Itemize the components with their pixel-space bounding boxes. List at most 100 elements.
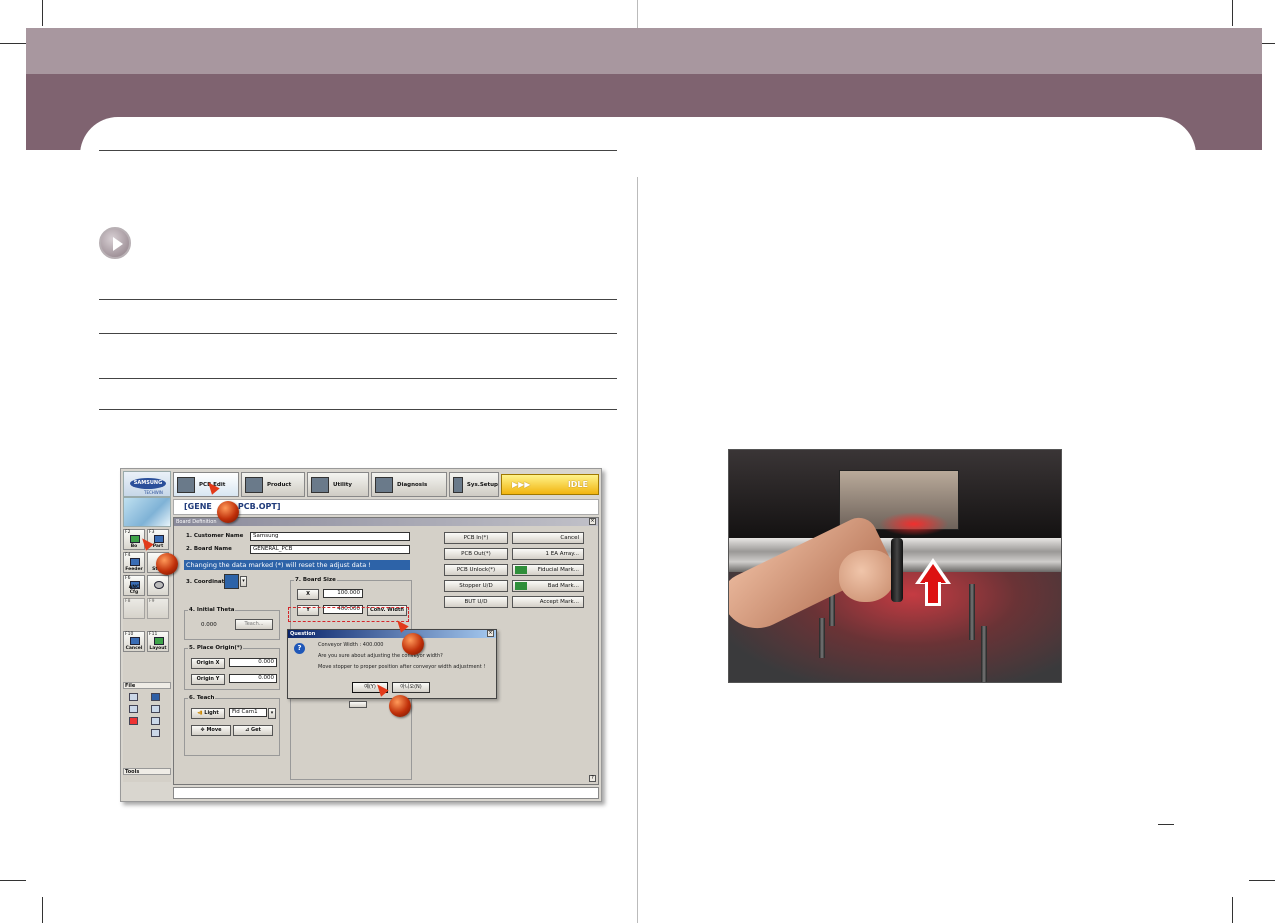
fiducial-mark-button[interactable]: Fiducial Mark... (512, 564, 584, 576)
machine-status: ▶▶▶ IDLE (501, 474, 599, 495)
rule (99, 299, 617, 300)
status-bar (173, 787, 599, 799)
question-title: Question (288, 630, 496, 638)
logo-sub: TECHWIN (144, 490, 163, 495)
get-icon: ⊿ (245, 727, 250, 733)
origin-x-button[interactable]: Origin X (191, 658, 225, 669)
new-file-icon[interactable] (129, 693, 138, 701)
header-band-light (26, 28, 1262, 74)
theta-value: 0.000 (201, 622, 217, 628)
f9-button[interactable]: F9 (147, 598, 169, 619)
crop-mark (1232, 897, 1233, 923)
part-icon (154, 535, 164, 543)
document-icon[interactable] (151, 717, 160, 725)
pcb-out-button[interactable]: PCB Out(*) (444, 548, 508, 560)
search-icon (154, 581, 164, 589)
x-label: X (297, 589, 319, 600)
light-icon: ◂▮ (197, 710, 203, 716)
content-tab (80, 117, 1196, 177)
hidden-button[interactable] (349, 701, 367, 708)
light-button[interactable]: ◂▮ Light (191, 708, 225, 719)
dialog-title: Board Definition (174, 518, 598, 526)
teach-theta-button[interactable]: Teach... (235, 619, 273, 630)
origin-y-input[interactable]: 0.000 (229, 674, 277, 683)
coordinate-selector[interactable] (224, 574, 239, 589)
chevron-down-icon[interactable]: ▾ (240, 576, 247, 587)
no-button[interactable]: 아니오(N) (392, 682, 430, 693)
array-button[interactable]: 1 EA Array... (512, 548, 584, 560)
f8-button[interactable]: F8 (123, 598, 145, 619)
operator-hand (839, 550, 895, 602)
get-button[interactable]: ⊿ Get (233, 725, 273, 736)
pcb-in-button[interactable]: PCB In(*) (444, 532, 508, 544)
accept-mark-button[interactable]: Accept Mark... (512, 596, 584, 608)
f4-feeder-button[interactable]: F4 Feeder (123, 552, 145, 573)
highlight-y-size (288, 607, 409, 622)
play-icon (99, 227, 131, 259)
tools-icon (375, 476, 393, 493)
search-button[interactable] (147, 575, 169, 596)
dialog-close-button[interactable]: × (589, 518, 596, 525)
product-button[interactable]: Product (241, 472, 305, 497)
origin-y-button[interactable]: Origin Y (191, 674, 225, 685)
rule (99, 150, 617, 151)
sys-setup-button[interactable]: Sys.Setup (449, 472, 499, 497)
crop-mark (0, 43, 26, 44)
status-indicator (515, 582, 527, 590)
image-icon[interactable] (151, 705, 160, 713)
software-screenshot: SAMSUNG TECHWIN PCB Edit Product Utility… (120, 468, 602, 802)
pcb-edit-icon (177, 476, 195, 493)
utility-button[interactable]: Utility (307, 472, 369, 497)
move-button[interactable]: ✥ Move (191, 725, 231, 736)
rule (99, 409, 617, 410)
chevron-down-icon[interactable]: ▾ (268, 708, 276, 719)
step-marker-4 (389, 695, 411, 717)
diagnosis-button[interactable]: Diagnosis (371, 472, 447, 497)
samsung-logo: SAMSUNG TECHWIN (123, 471, 171, 497)
reset-warning: Changing the data marked (*) will reset … (184, 560, 410, 570)
pcb-unlock-button[interactable]: PCB Unlock(*) (444, 564, 508, 576)
up-arrow-fill (920, 564, 946, 583)
step-marker-3 (402, 633, 424, 655)
board-size-x-input[interactable]: 100.000 (323, 589, 363, 598)
camera-select[interactable]: Fid Cam1 (229, 708, 267, 717)
crop-mark (0, 880, 26, 881)
layout-icon (154, 637, 164, 645)
save-icon[interactable] (129, 705, 138, 713)
support-pin (819, 618, 825, 658)
but-ud-button[interactable]: BUT U/D (444, 596, 508, 608)
screwdriver (891, 538, 903, 602)
tools-section-header[interactable]: Tools (123, 768, 171, 775)
f11-layout-button[interactable]: F11 Layout (147, 631, 169, 652)
folder-icon (311, 476, 329, 493)
crop-mark (42, 897, 43, 923)
question-dialog: Question × ? Conveyor Width : 400.000 Ar… (287, 629, 497, 699)
stopper-ud-button[interactable]: Stopper U/D (444, 580, 508, 592)
monitor-icon[interactable] (151, 729, 160, 737)
camera-icon (245, 476, 263, 493)
step-marker-2 (156, 553, 178, 575)
question-line: Are you sure about adjusting the conveyo… (318, 653, 443, 659)
signal-icon[interactable] (129, 717, 138, 725)
page-number-rule (1158, 824, 1174, 825)
customer-name-input[interactable]: Samsung (250, 532, 410, 541)
conveyor-photo (728, 449, 1062, 683)
up-arrow-shaft (925, 582, 941, 606)
bad-mark-button[interactable]: Bad Mark... (512, 580, 584, 592)
help-icon[interactable]: ? (589, 775, 596, 782)
feeder-icon (130, 558, 140, 566)
step-marker-1 (217, 501, 239, 523)
open-folder-icon[interactable] (151, 693, 160, 701)
board-name-input[interactable]: GENERAL_PCB (250, 545, 410, 554)
file-section-header[interactable]: File (123, 682, 171, 689)
f6-anc-cfg-button[interactable]: F6 ANC Cfg (123, 575, 145, 596)
crop-mark (1232, 0, 1233, 26)
initial-theta-group: 4. Initial Theta 0.000 Teach... (184, 607, 280, 640)
logo-graphic (123, 497, 171, 527)
teach-group: 6. Teach ◂▮ Light Fid Cam1 ▾ ✥ Move ⊿ Ge… (184, 695, 280, 756)
question-close-button[interactable]: × (487, 630, 494, 637)
f10-cancel-button[interactable]: F10 Cancel (123, 631, 145, 652)
logo-brand: SAMSUNG (130, 478, 166, 489)
cancel-button[interactable]: Cancel (512, 532, 584, 544)
origin-x-input[interactable]: 0.000 (229, 658, 277, 667)
